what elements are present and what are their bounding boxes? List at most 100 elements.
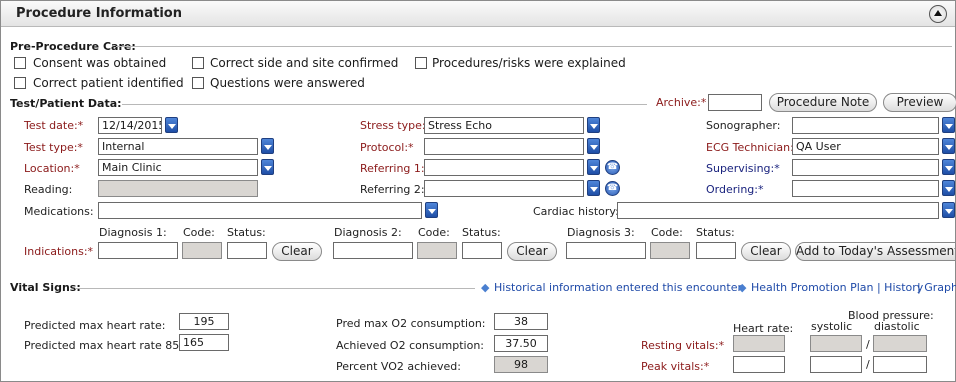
patient-identified-label: Correct patient identified xyxy=(33,76,184,90)
consent-checkbox[interactable] xyxy=(14,57,26,69)
chevron-down-icon[interactable] xyxy=(587,138,600,154)
percent-vo2-label: Percent VO2 achieved: xyxy=(336,360,461,373)
medications-label: Medications: xyxy=(24,205,94,218)
resting-heart-rate-field xyxy=(733,335,785,352)
test-patient-title: Test/Patient Data: xyxy=(10,97,122,110)
code-3-field xyxy=(650,242,690,259)
collapse-up-icon[interactable] xyxy=(929,5,947,23)
peak-systolic-input[interactable] xyxy=(810,356,862,373)
stress-type-label: Stress type:* xyxy=(360,119,432,132)
clear-3-button[interactable]: Clear xyxy=(741,242,791,261)
test-type-label: Test type:* xyxy=(24,141,83,154)
diamond-bullet-icon: ◆ xyxy=(738,281,747,294)
code-3-label: Code: xyxy=(651,226,683,239)
status-2-label: Status: xyxy=(462,226,501,239)
sonographer-label: Sonographer: xyxy=(706,119,781,132)
referring-2-select[interactable] xyxy=(424,180,584,197)
diagnosis-3-input[interactable] xyxy=(566,242,646,259)
sonographer-select[interactable] xyxy=(792,117,939,134)
phone-icon[interactable]: ☎ xyxy=(605,181,620,196)
historical-info-link[interactable]: Historical information entered this enco… xyxy=(494,281,742,294)
procedure-note-button[interactable]: Procedure Note xyxy=(769,93,877,112)
chevron-down-icon[interactable] xyxy=(942,159,955,175)
indications-label: Indications:* xyxy=(24,245,94,258)
archive-input[interactable] xyxy=(708,94,762,111)
status-2-input[interactable] xyxy=(462,242,502,259)
chevron-down-icon[interactable] xyxy=(942,180,955,196)
diagnosis-1-label: Diagnosis 1: xyxy=(99,226,167,239)
ecg-technician-select[interactable]: QA User xyxy=(792,138,939,155)
peak-vitals-label: Peak vitals:* xyxy=(641,360,710,373)
medications-select[interactable] xyxy=(98,202,422,219)
reading-field xyxy=(98,180,258,197)
resting-vitals-label: Resting vitals:* xyxy=(641,339,725,352)
diagnosis-1-input[interactable] xyxy=(98,242,178,259)
protocol-label: Protocol:* xyxy=(360,141,414,154)
chevron-down-icon[interactable] xyxy=(425,202,438,218)
add-to-assessment-button[interactable]: Add to Today's Assessment xyxy=(795,242,956,261)
peak-heart-rate-input[interactable] xyxy=(733,356,785,373)
systolic-header: systolic xyxy=(811,320,853,333)
chevron-down-icon[interactable] xyxy=(261,138,274,154)
reading-label: Reading: xyxy=(24,183,73,196)
status-3-input[interactable] xyxy=(696,242,736,259)
diagnosis-2-input[interactable] xyxy=(333,242,413,259)
health-promotion-link[interactable]: Health Promotion Plan | History xyxy=(751,281,923,294)
resting-diastolic-field xyxy=(873,335,927,352)
graph-link[interactable]: | Graph xyxy=(917,281,956,294)
divider xyxy=(122,104,647,105)
divider xyxy=(116,46,952,47)
cardiac-history-select[interactable] xyxy=(617,202,939,219)
supervising-select[interactable] xyxy=(792,159,939,176)
pred-max-hr-field[interactable]: 195 xyxy=(179,313,229,330)
location-select[interactable]: Main Clinic xyxy=(98,159,258,176)
ordering-label: Ordering:* xyxy=(706,183,764,196)
achieved-o2-label: Achieved O2 consumption: xyxy=(336,339,485,352)
bp-slash: / xyxy=(866,358,870,371)
test-type-select[interactable]: Internal xyxy=(98,138,258,155)
diastolic-header: diastolic xyxy=(874,320,920,333)
calendar-dropdown-icon[interactable] xyxy=(165,117,178,133)
pred-max-hr85-field[interactable]: 165 xyxy=(179,334,229,351)
chevron-down-icon[interactable] xyxy=(261,159,274,175)
chevron-down-icon[interactable] xyxy=(587,117,600,133)
test-date-label: Test date:* xyxy=(24,119,84,132)
status-1-input[interactable] xyxy=(227,242,267,259)
pred-o2-field[interactable]: 38 xyxy=(494,313,548,330)
panel-title: Procedure Information xyxy=(16,6,182,21)
patient-identified-checkbox[interactable] xyxy=(14,77,26,89)
clear-1-button[interactable]: Clear xyxy=(272,242,322,261)
protocol-select[interactable] xyxy=(424,138,584,155)
diamond-bullet-icon: ◆ xyxy=(481,281,490,294)
side-site-checkbox[interactable] xyxy=(192,57,204,69)
percent-vo2-field: 98 xyxy=(494,356,548,373)
consent-label: Consent was obtained xyxy=(33,56,167,70)
divider xyxy=(75,288,475,289)
test-date-input[interactable]: 12/14/2015 xyxy=(98,117,162,134)
ordering-select[interactable] xyxy=(792,180,939,197)
supervising-label: Supervising:* xyxy=(706,162,780,175)
stress-type-select[interactable]: Stress Echo xyxy=(424,117,584,134)
phone-icon[interactable]: ☎ xyxy=(605,160,620,175)
chevron-down-icon[interactable] xyxy=(587,159,600,175)
achieved-o2-field[interactable]: 37.50 xyxy=(494,335,548,352)
questions-checkbox[interactable] xyxy=(192,77,204,89)
code-1-field xyxy=(182,242,222,259)
chevron-down-icon[interactable] xyxy=(942,138,955,154)
risks-checkbox[interactable] xyxy=(415,57,427,69)
clear-2-button[interactable]: Clear xyxy=(507,242,557,261)
chevron-down-icon[interactable] xyxy=(942,117,955,133)
side-site-label: Correct side and site confirmed xyxy=(210,56,399,70)
code-1-label: Code: xyxy=(183,226,215,239)
referring-1-select[interactable] xyxy=(424,159,584,176)
risks-label: Procedures/risks were explained xyxy=(432,56,626,70)
preview-button[interactable]: Preview xyxy=(883,93,956,112)
resting-systolic-field xyxy=(810,335,862,352)
chevron-down-icon[interactable] xyxy=(942,202,955,218)
peak-diastolic-input[interactable] xyxy=(873,356,927,373)
status-3-label: Status: xyxy=(696,226,735,239)
code-2-label: Code: xyxy=(418,226,450,239)
pred-o2-label: Pred max O2 consumption: xyxy=(336,317,486,330)
pred-max-hr85-label: Predicted max heart rate 85%: xyxy=(24,339,194,352)
chevron-down-icon[interactable] xyxy=(587,180,600,196)
